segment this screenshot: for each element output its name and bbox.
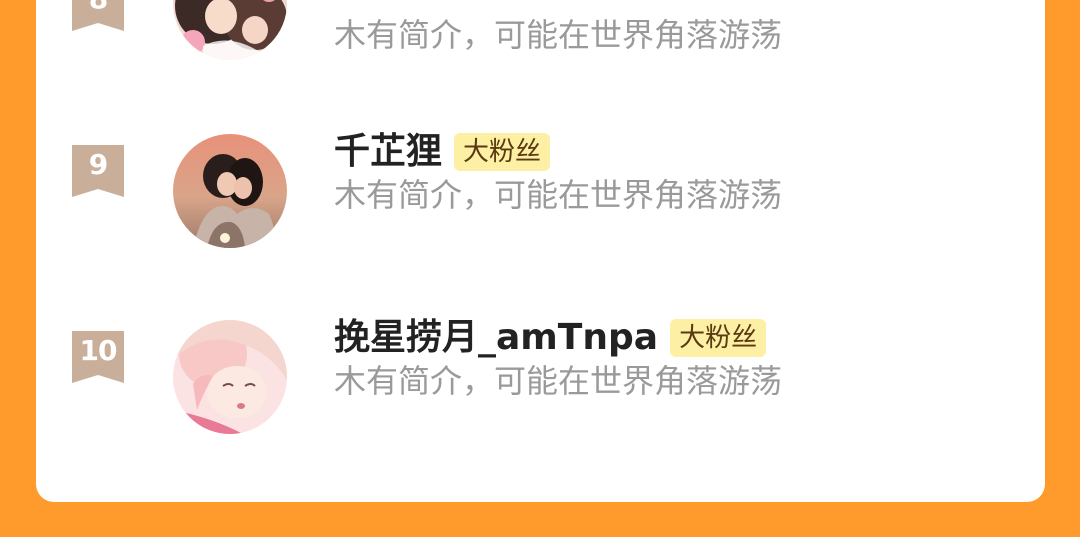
avatar[interactable] — [173, 134, 287, 248]
avatar[interactable] — [173, 0, 287, 60]
fan-bio: 木有简介，可能在世界角落游荡 — [334, 362, 783, 400]
rank-badge: 8 — [72, 0, 124, 31]
fan-ranking-card: 8 木有简介，可能在世界角落游荡 9 — [36, 0, 1045, 502]
fan-list-item[interactable]: 8 木有简介，可能在世界角落游荡 — [36, 0, 1045, 90]
avatar-anime-girls-pink-icon — [173, 0, 287, 60]
rank-number: 10 — [79, 334, 118, 367]
fan-name[interactable]: 挽星捞月_amTnpa — [334, 316, 658, 360]
avatar-anime-girl-pink-hair-icon — [173, 320, 287, 434]
fan-name[interactable]: 千芷狸 — [334, 130, 442, 174]
rank-badge: 10 — [72, 331, 124, 383]
avatar[interactable] — [173, 320, 287, 434]
rank-number: 8 — [72, 0, 124, 15]
rank-badge: 9 — [72, 145, 124, 197]
fan-level-badge: 大粉丝 — [454, 133, 551, 171]
fan-list-item[interactable]: 10 挽星捞月_amTnpa 大粉丝 木有简介，可能在世界角落游荡 — [36, 316, 1045, 446]
fan-bio: 木有简介，可能在世界角落游荡 — [334, 176, 783, 214]
fan-bio: 木有简介，可能在世界角落游荡 — [334, 16, 783, 54]
avatar-anime-couple-sunset-icon — [173, 134, 287, 248]
rank-number: 9 — [88, 148, 108, 181]
fan-list-item[interactable]: 9 千芷狸 大粉丝 木有简介，可能在世界角落游荡 — [36, 130, 1045, 260]
fan-level-badge: 大粉丝 — [670, 319, 767, 357]
